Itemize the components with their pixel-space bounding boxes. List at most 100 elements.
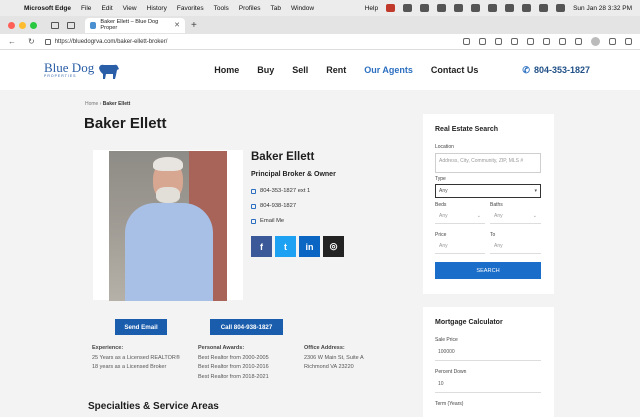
read-aloud-icon[interactable] bbox=[463, 38, 470, 45]
menu-tab[interactable]: Tab bbox=[270, 5, 280, 12]
price-max-input[interactable]: Any bbox=[490, 240, 541, 254]
nav-rent[interactable]: Rent bbox=[326, 65, 346, 75]
breadcrumb-home[interactable]: Home bbox=[85, 101, 98, 107]
menu-help[interactable]: Help bbox=[365, 5, 378, 12]
extension-icon[interactable] bbox=[559, 38, 566, 45]
price-max-value: Any bbox=[494, 243, 503, 249]
page-title: Baker Ellett bbox=[84, 115, 167, 132]
chevron-down-icon: ⌄ bbox=[476, 213, 481, 219]
refresh-icon[interactable]: ↻ bbox=[28, 37, 35, 46]
location-input[interactable]: Address, City, Community, ZIP, MLS # bbox=[435, 153, 541, 173]
baths-select[interactable]: Any ⌄ bbox=[490, 210, 541, 224]
mortgage-title: Mortgage Calculator bbox=[435, 319, 503, 326]
close-tab-icon[interactable]: ✕ bbox=[174, 21, 180, 29]
send-email-button[interactable]: Send Email bbox=[115, 319, 167, 335]
award-line: Best Realtor from 2000-2005 bbox=[198, 354, 269, 361]
lock-icon[interactable] bbox=[44, 38, 51, 45]
url-text: https://bluedogrva.com/baker-ellett-brok… bbox=[54, 38, 168, 45]
site-logo[interactable]: Blue Dog PROPERTIES bbox=[44, 60, 122, 80]
minimize-window-button[interactable] bbox=[19, 21, 26, 29]
nav-buy[interactable]: Buy bbox=[257, 65, 274, 75]
award-line: Best Realtor from 2018-2021 bbox=[198, 373, 269, 380]
workspaces-icon[interactable] bbox=[51, 21, 59, 29]
percent-down-input[interactable]: 10 bbox=[435, 377, 541, 393]
phone-icon bbox=[251, 188, 256, 194]
close-window-button[interactable] bbox=[8, 21, 15, 29]
clock[interactable]: Sun Jan 28 3:32 PM bbox=[573, 5, 632, 12]
specialties-heading: Specialties & Service Areas bbox=[88, 401, 219, 412]
collections-icon[interactable] bbox=[543, 38, 550, 45]
menu-edit[interactable]: Edit bbox=[101, 5, 112, 12]
type-select[interactable]: Any ▾ bbox=[435, 184, 541, 198]
back-icon[interactable]: ← bbox=[8, 37, 16, 46]
copilot-icon[interactable] bbox=[625, 38, 632, 45]
nav-contact-us[interactable]: Contact Us bbox=[431, 65, 479, 75]
type-value: Any bbox=[439, 188, 448, 194]
favorite-star-icon[interactable] bbox=[495, 38, 502, 45]
search-icon[interactable] bbox=[539, 4, 549, 12]
mobile-phone-line[interactable]: 804-938-1827 bbox=[251, 203, 296, 209]
favorites-icon[interactable] bbox=[527, 38, 534, 45]
header-phone[interactable]: ✆ 804-353-1827 bbox=[522, 65, 590, 76]
split-screen-icon[interactable] bbox=[479, 38, 486, 45]
sale-price-input[interactable]: 100000 bbox=[435, 345, 541, 361]
active-tab[interactable]: Baker Ellett – Blue Dog Proper ✕ bbox=[85, 17, 185, 33]
linkedin-icon[interactable]: in bbox=[299, 236, 320, 257]
zoom-window-button[interactable] bbox=[30, 21, 37, 29]
beds-select[interactable]: Any ⌄ bbox=[435, 210, 485, 224]
menu-favorites[interactable]: Favorites bbox=[177, 5, 204, 12]
percent-down-label: Percent Down bbox=[435, 369, 467, 375]
battery-icon[interactable] bbox=[505, 4, 515, 12]
menu-app-name[interactable]: Microsoft Edge bbox=[24, 5, 71, 12]
navigation-controls: ← ↻ bbox=[8, 37, 35, 46]
extensions-icon[interactable] bbox=[575, 38, 582, 45]
call-button[interactable]: Call 804-938-1827 bbox=[210, 319, 283, 335]
menu-view[interactable]: View bbox=[123, 5, 137, 12]
nav-home[interactable]: Home bbox=[214, 65, 239, 75]
price-min-input[interactable]: Any bbox=[435, 240, 485, 254]
email-line[interactable]: Email Me bbox=[251, 218, 284, 224]
office-line: 2306 W Main St, Suite A bbox=[304, 354, 364, 361]
menu-profiles[interactable]: Profiles bbox=[239, 5, 261, 12]
price-min-value: Any bbox=[439, 243, 448, 249]
menu-file[interactable]: File bbox=[81, 5, 91, 12]
status-icon[interactable] bbox=[420, 4, 430, 12]
search-card: Real Estate Search Location Address, Cit… bbox=[423, 114, 554, 294]
facebook-icon[interactable]: f bbox=[251, 236, 272, 257]
twitter-icon[interactable]: t bbox=[275, 236, 296, 257]
baths-label: Baths bbox=[490, 202, 503, 208]
email-label: Email Me bbox=[260, 218, 285, 224]
social-links: f t in ◎ bbox=[251, 236, 344, 257]
status-icon[interactable] bbox=[437, 4, 447, 12]
volume-icon[interactable] bbox=[488, 4, 498, 12]
nav-our-agents[interactable]: Our Agents bbox=[364, 65, 413, 75]
more-menu-icon[interactable] bbox=[609, 38, 616, 45]
agent-role: Principal Broker & Owner bbox=[251, 171, 336, 178]
app-status-icon[interactable] bbox=[386, 4, 396, 12]
email-icon bbox=[251, 218, 256, 224]
new-tab-button[interactable]: + bbox=[191, 20, 197, 31]
main-nav: Home Buy Sell Rent Our Agents Contact Us bbox=[214, 65, 478, 75]
search-button[interactable]: SEARCH bbox=[435, 262, 541, 279]
beds-label: Beds bbox=[435, 202, 447, 208]
nav-sell[interactable]: Sell bbox=[292, 65, 308, 75]
tab-actions-icon[interactable] bbox=[67, 21, 75, 29]
menu-tools[interactable]: Tools bbox=[214, 5, 229, 12]
profile-avatar[interactable] bbox=[591, 37, 600, 46]
page-content: Home › Baker Ellett Baker Ellett Baker E… bbox=[0, 90, 640, 417]
chevron-down-icon: ▾ bbox=[534, 188, 537, 194]
url-field[interactable]: https://bluedogrva.com/baker-ellett-brok… bbox=[44, 36, 405, 48]
refresh-extension-icon[interactable] bbox=[511, 38, 518, 45]
baths-value: Any bbox=[494, 213, 503, 219]
status-icon[interactable] bbox=[454, 4, 464, 12]
menu-window[interactable]: Window bbox=[291, 5, 314, 12]
office-phone-line[interactable]: 804-353-1827 ext 1 bbox=[251, 188, 310, 194]
menu-history[interactable]: History bbox=[147, 5, 167, 12]
instagram-icon[interactable]: ◎ bbox=[323, 236, 344, 257]
status-icon[interactable] bbox=[403, 4, 413, 12]
mobile-phone: 804-938-1827 bbox=[260, 203, 297, 209]
wifi-icon[interactable] bbox=[522, 4, 532, 12]
control-center-icon[interactable] bbox=[556, 4, 566, 12]
status-icon[interactable] bbox=[471, 4, 481, 12]
price-label: Price bbox=[435, 232, 447, 238]
